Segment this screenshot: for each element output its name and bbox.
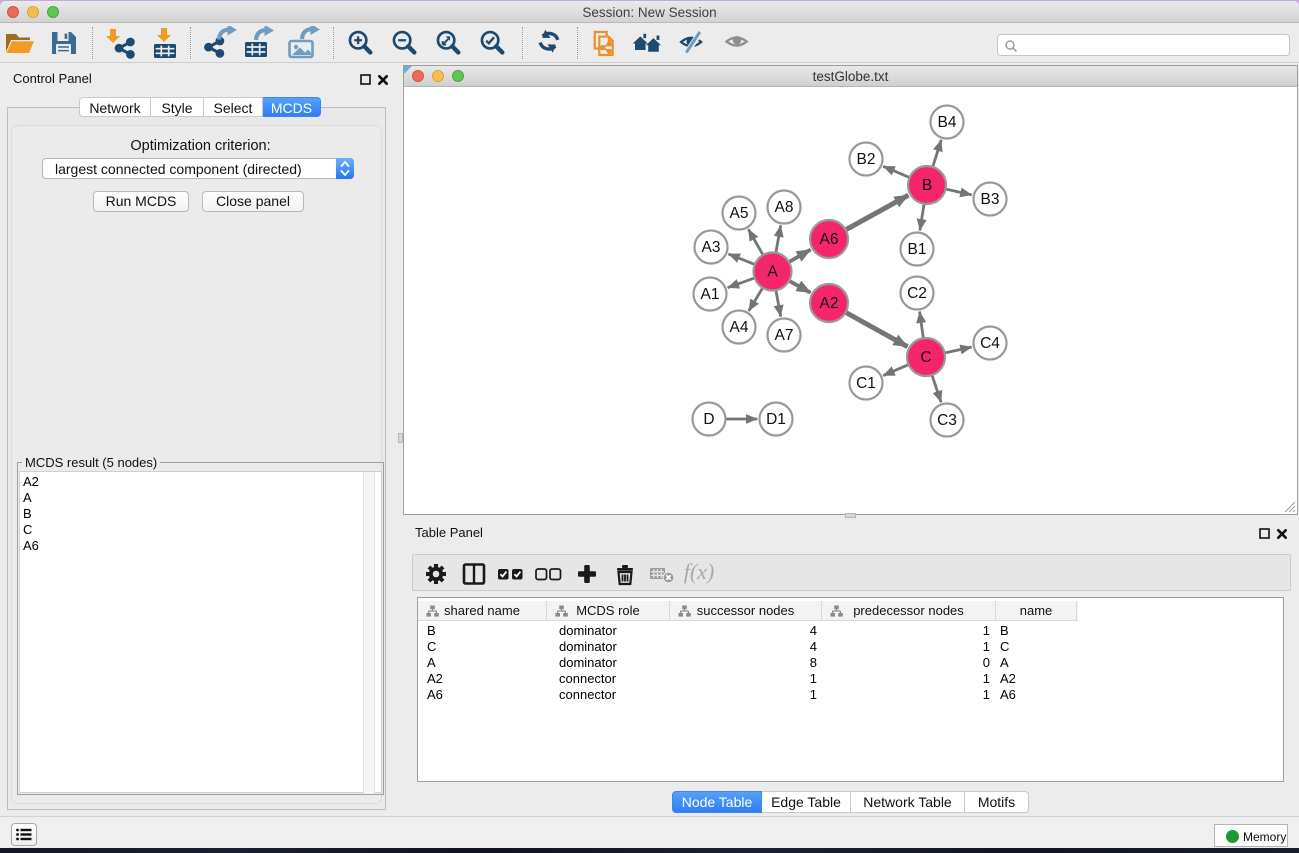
svg-text:A2: A2: [820, 295, 839, 312]
svg-text:A1: A1: [701, 286, 720, 303]
svg-text:C3: C3: [937, 412, 957, 429]
svg-text:B4: B4: [938, 114, 957, 131]
svg-text:D1: D1: [766, 411, 786, 428]
svg-text:A5: A5: [730, 205, 749, 222]
svg-text:C4: C4: [980, 335, 1000, 352]
svg-text:B1: B1: [908, 241, 927, 258]
svg-text:B: B: [922, 177, 932, 194]
svg-text:A7: A7: [775, 327, 794, 344]
svg-text:B2: B2: [857, 151, 876, 168]
svg-text:B3: B3: [981, 191, 1000, 208]
svg-text:C2: C2: [907, 285, 927, 302]
svg-text:C1: C1: [856, 375, 876, 392]
svg-text:C: C: [920, 349, 931, 366]
svg-text:A8: A8: [775, 199, 794, 216]
svg-text:A4: A4: [730, 319, 749, 336]
svg-text:D: D: [703, 411, 714, 428]
svg-text:A6: A6: [820, 231, 839, 248]
svg-text:A: A: [767, 264, 778, 281]
svg-text:A3: A3: [702, 239, 721, 256]
